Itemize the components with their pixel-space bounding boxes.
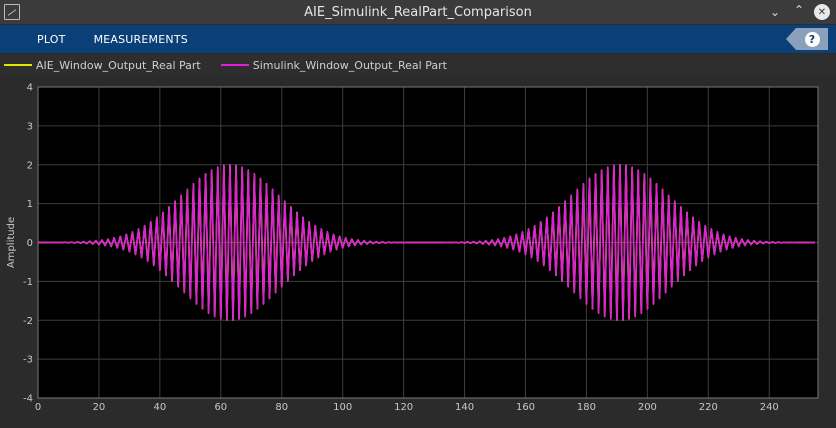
y-tick-label: 4 <box>27 83 33 94</box>
x-tick-label: 200 <box>638 402 657 413</box>
x-tick-label: 100 <box>333 402 352 413</box>
legend-item-simulink[interactable]: Simulink_Window_Output_Real Part <box>220 58 447 72</box>
legend-swatch-aie <box>4 64 32 66</box>
y-tick-label: -3 <box>23 355 33 366</box>
y-tick-label: 1 <box>27 199 33 210</box>
window-titlebar: AIE_Simulink_RealPart_Comparison ⌄ ⌃ ✕ <box>0 0 836 25</box>
window-title: AIE_Simulink_RealPart_Comparison <box>304 4 532 20</box>
plot-area: 0 20 40 60 80 100 120 140 160 180 200 220 240 -4 -3 -2-… <box>0 76 836 424</box>
legend-item-aie[interactable]: AIE_Window_Output_Real Part <box>4 59 201 72</box>
x-tick-label: 40 <box>154 402 167 413</box>
y-tick-label: 2 <box>27 160 33 171</box>
amplitude-chart[interactable]: 0 20 40 60 80 100 120 140 160 180 200 220 240-4-3-2-… <box>0 76 836 424</box>
help-button-body: ? <box>796 28 828 50</box>
scope-app-icon <box>4 4 20 20</box>
y-tick-label: 0 <box>27 238 33 249</box>
toolstrip: PLOT MEASUREMENTS ? <box>0 25 836 53</box>
plot-legend: AIE_Window_Output_Real Part Simulink_Win… <box>0 54 836 76</box>
help-button-arrow <box>786 28 796 50</box>
close-icon[interactable]: ✕ <box>814 4 830 20</box>
legend-label-simulink: Simulink_Window_Output_Real Part <box>252 58 447 72</box>
tab-measurements[interactable]: MEASUREMENTS <box>80 25 202 53</box>
x-tick-label: 0 <box>35 402 41 413</box>
chevron-up-icon[interactable]: ⌃ <box>790 1 808 19</box>
y-tick-label: -2 <box>23 316 33 327</box>
x-tick-label: 180 <box>577 402 596 413</box>
x-tick-label: 220 <box>699 402 718 413</box>
x-tick-label: 60 <box>214 402 227 413</box>
x-tick-label: 20 <box>93 402 106 413</box>
x-tick-label: 120 <box>394 402 413 413</box>
legend-label-aie: AIE_Window_Output_Real Part <box>36 58 201 72</box>
y-tick-label: -1 <box>23 277 33 288</box>
legend-swatch-simulink <box>220 64 249 66</box>
x-tick-label: 160 <box>516 402 535 413</box>
x-tick-label: 140 <box>455 402 474 413</box>
x-tick-label: 240 <box>760 402 779 413</box>
help-icon: ? <box>804 31 820 47</box>
tab-plot[interactable]: PLOT <box>23 25 80 53</box>
y-tick-label: -4 <box>23 394 33 405</box>
y-axis-label: Amplitude <box>6 217 17 268</box>
chevron-down-icon[interactable]: ⌄ <box>766 3 784 21</box>
y-tick-label: 3 <box>27 121 33 132</box>
help-button[interactable]: ? <box>786 28 828 50</box>
x-tick-label: 80 <box>275 402 288 413</box>
